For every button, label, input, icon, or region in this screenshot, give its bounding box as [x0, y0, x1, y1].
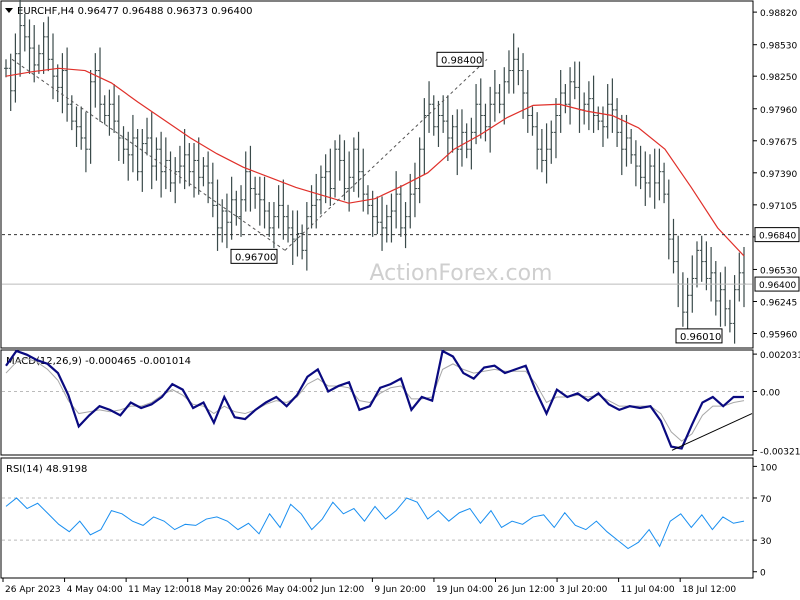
price-label: 0.96700 — [235, 252, 276, 263]
price-tick-label: 0.97675 — [760, 138, 797, 148]
time-tick-label: 19 Jun 04:00 — [436, 585, 493, 595]
watermark: ActionForex.com — [370, 261, 553, 286]
time-tick-label: 2 Jun 12:00 — [313, 585, 365, 595]
time-tick-label: 11 Jul 04:00 — [621, 585, 675, 595]
price-label: 0.96010 — [680, 332, 721, 343]
rsi-tick-label: 0 — [760, 569, 766, 579]
time-tick-label: 3 Jul 20:00 — [559, 585, 608, 595]
rsi-tick-label: 30 — [760, 537, 772, 547]
rsi-tick-label: 70 — [760, 495, 772, 505]
resistance-level-label: 0.96840 — [759, 232, 796, 242]
price-tick-label: 0.96530 — [760, 266, 797, 276]
time-tick-label: 26 May 04:00 — [251, 585, 313, 595]
time-tick-label: 11 May 12:00 — [128, 585, 190, 595]
time-tick-label: 26 Apr 2023 — [5, 585, 61, 595]
macd-tick-label: -0.003214 — [760, 448, 800, 458]
price-tick-label: 0.97960 — [760, 106, 797, 116]
time-tick-label: 18 May 20:00 — [190, 585, 252, 595]
price-tick-label: 0.95960 — [760, 331, 797, 341]
macd-tick-label: 0.00 — [760, 388, 780, 398]
price-tick-label: 0.97105 — [760, 202, 797, 212]
macd-tick-label: 0.002031 — [760, 351, 800, 361]
price-tick-label: 0.98530 — [760, 42, 797, 52]
chart-canvas: EURCHF,H4 0.96477 0.96488 0.96373 0.9640… — [0, 0, 800, 600]
price-label: 0.98400 — [441, 55, 482, 66]
time-tick-label: 18 Jul 12:00 — [682, 585, 736, 595]
price-header: EURCHF,H4 0.96477 0.96488 0.96373 0.9640… — [17, 6, 253, 17]
time-tick-label: 26 Jun 12:00 — [498, 585, 555, 595]
current-price-label: 0.96400 — [759, 281, 796, 291]
time-tick-label: 4 May 04:00 — [67, 585, 123, 595]
price-tick-label: 0.97390 — [760, 170, 797, 180]
price-tick-label: 0.96245 — [760, 298, 797, 308]
price-tick-label: 0.98250 — [760, 73, 797, 83]
rsi-tick-label: 100 — [760, 463, 777, 473]
time-tick-label: 9 Jun 20:00 — [374, 585, 426, 595]
rsi-header: RSI(14) 48.9198 — [6, 464, 87, 475]
price-tick-label: 0.98820 — [760, 9, 797, 19]
